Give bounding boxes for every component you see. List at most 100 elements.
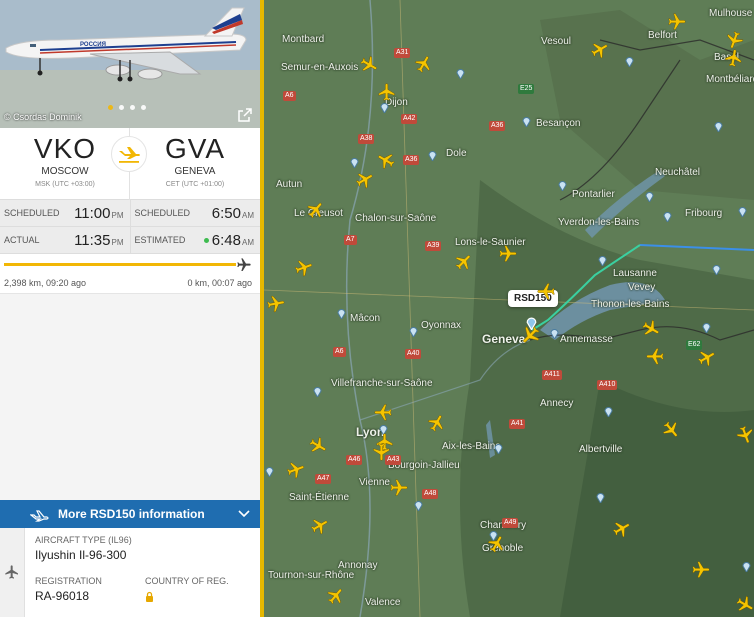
aircraft-icon[interactable]: [487, 534, 509, 556]
more-info-label: More RSD150 information: [58, 507, 205, 521]
city-label: Montbéliard: [706, 74, 754, 85]
road-shield: A48: [422, 489, 439, 499]
photo-credit[interactable]: © Csordas Dominik: [4, 112, 82, 122]
registration-label: REGISTRATION: [35, 576, 102, 586]
city-label: Mulhouse: [709, 8, 753, 19]
aircraft-icon[interactable]: [691, 560, 713, 582]
progress-bar: [4, 263, 236, 266]
aircraft-icon[interactable]: [359, 55, 381, 77]
airport-pin[interactable]: [558, 180, 567, 191]
flight-progress: 2,398 km, 09:20 ago 0 km, 00:07 ago: [0, 254, 260, 294]
road-shield: A36: [489, 121, 506, 131]
aircraft-icon[interactable]: [536, 281, 558, 303]
airport-pin[interactable]: [409, 326, 418, 337]
destination-airport[interactable]: GVA GENEVA CET (UTC +01:00): [130, 128, 260, 199]
airport-pin[interactable]: [702, 322, 711, 333]
airport-pin[interactable]: [625, 56, 634, 67]
aircraft-icon[interactable]: [389, 478, 411, 500]
ampm: PM: [111, 237, 124, 247]
city-label: Pontarlier: [572, 189, 615, 200]
aircraft-photo[interactable]: РОССИЯ © Csordas Dominik: [0, 0, 260, 128]
airport-pin[interactable]: [712, 264, 721, 275]
aircraft-icon[interactable]: [371, 442, 393, 464]
origin-airport[interactable]: VKO MOSCOW MSK (UTC +03:00): [0, 128, 130, 199]
aircraft-icon: [5, 565, 18, 579]
origin-city: MOSCOW: [41, 166, 89, 177]
aircraft-icon[interactable]: [724, 48, 746, 70]
airport-pin[interactable]: [428, 150, 437, 161]
svg-text:РОССИЯ: РОССИЯ: [80, 42, 106, 48]
aircraft-icon[interactable]: [326, 586, 348, 608]
aircraft-icon[interactable]: [697, 348, 719, 370]
aircraft-type-value[interactable]: Ilyushin Il-96-300: [35, 548, 126, 562]
airport-pin[interactable]: [337, 308, 346, 319]
airport-pin[interactable]: [663, 211, 672, 222]
airport-pin[interactable]: [742, 561, 751, 572]
aircraft-icon[interactable]: [735, 425, 754, 447]
airport-pin[interactable]: [645, 191, 654, 202]
airport-pin[interactable]: [265, 466, 274, 477]
aircraft-icon[interactable]: [373, 402, 395, 424]
aircraft-icon[interactable]: [641, 319, 663, 341]
external-link-icon[interactable]: [238, 108, 252, 122]
carousel-dot[interactable]: [141, 105, 146, 110]
aircraft-icon[interactable]: [294, 258, 316, 280]
airport-pin[interactable]: [494, 443, 503, 454]
city-label: Yverdon-les-Bains: [558, 217, 640, 228]
carousel-dot[interactable]: [119, 105, 124, 110]
road-shield: A38: [358, 134, 375, 144]
airport-pin[interactable]: [738, 206, 747, 217]
plane-icon: [236, 257, 252, 273]
aircraft-icon[interactable]: [286, 460, 308, 482]
aircraft-icon[interactable]: [306, 200, 328, 222]
departure-scheduled-time: 11:00: [74, 204, 111, 222]
aircraft-icon[interactable]: [308, 436, 330, 458]
airport-pin[interactable]: [604, 406, 613, 417]
airport-pin[interactable]: [350, 157, 359, 168]
airport-pin[interactable]: [522, 116, 531, 127]
aircraft-icon[interactable]: [355, 170, 377, 192]
aircraft-icon[interactable]: [612, 519, 634, 541]
airport-pin[interactable]: [714, 121, 723, 132]
arrival-scheduled: SCHEDULED 6:50AM: [130, 200, 260, 227]
airport-pin[interactable]: [596, 492, 605, 503]
city-label: Mâcon: [350, 313, 381, 324]
aircraft-icon[interactable]: [498, 244, 520, 266]
scheduled-label: SCHEDULED: [4, 208, 60, 218]
aircraft-icon[interactable]: [590, 40, 612, 62]
airport-pin[interactable]: [456, 68, 465, 79]
aircraft-icon[interactable]: [645, 346, 667, 368]
carousel-dot[interactable]: [130, 105, 135, 110]
road-shield: A39: [425, 241, 442, 251]
departure-actual-time: 11:35: [74, 231, 111, 249]
aircraft-icon[interactable]: [735, 595, 754, 617]
city-label: Montbard: [282, 34, 325, 45]
carousel-dot[interactable]: [108, 105, 113, 110]
aircraft-icon[interactable]: [667, 12, 689, 34]
aircraft-icon[interactable]: [427, 413, 449, 435]
ampm: AM: [242, 210, 254, 220]
aircraft-icon[interactable]: [454, 252, 476, 274]
aircraft-icon[interactable]: [376, 150, 398, 172]
scheduled-times-row: SCHEDULED 11:00PM SCHEDULED 6:50AM: [0, 200, 260, 227]
aircraft-icon[interactable]: [661, 420, 683, 442]
aircraft-icon[interactable]: [310, 516, 332, 538]
airport-pin[interactable]: [550, 328, 559, 339]
registration-value[interactable]: RA-96018: [35, 589, 89, 603]
selected-aircraft-icon[interactable]: [519, 324, 541, 346]
aircraft-icon[interactable]: [266, 294, 288, 316]
airport-pin[interactable]: [313, 386, 322, 397]
city-label: Saint-Étienne: [289, 492, 350, 503]
city-label: Albertville: [579, 444, 623, 455]
airport-pin[interactable]: [598, 255, 607, 266]
destination-code: GVA: [164, 133, 226, 164]
city-label: Tournon-sur-Rhône: [268, 570, 355, 581]
plane-landing-icon: [111, 136, 147, 172]
more-info-button[interactable]: More RSD150 information: [0, 500, 260, 528]
road-shield: A41: [509, 419, 526, 429]
airport-pin[interactable]: [414, 500, 423, 511]
city-label: Autun: [276, 179, 303, 190]
aircraft-icon[interactable]: [377, 82, 399, 104]
road-shield: E25: [518, 84, 535, 94]
aircraft-icon[interactable]: [414, 54, 436, 76]
